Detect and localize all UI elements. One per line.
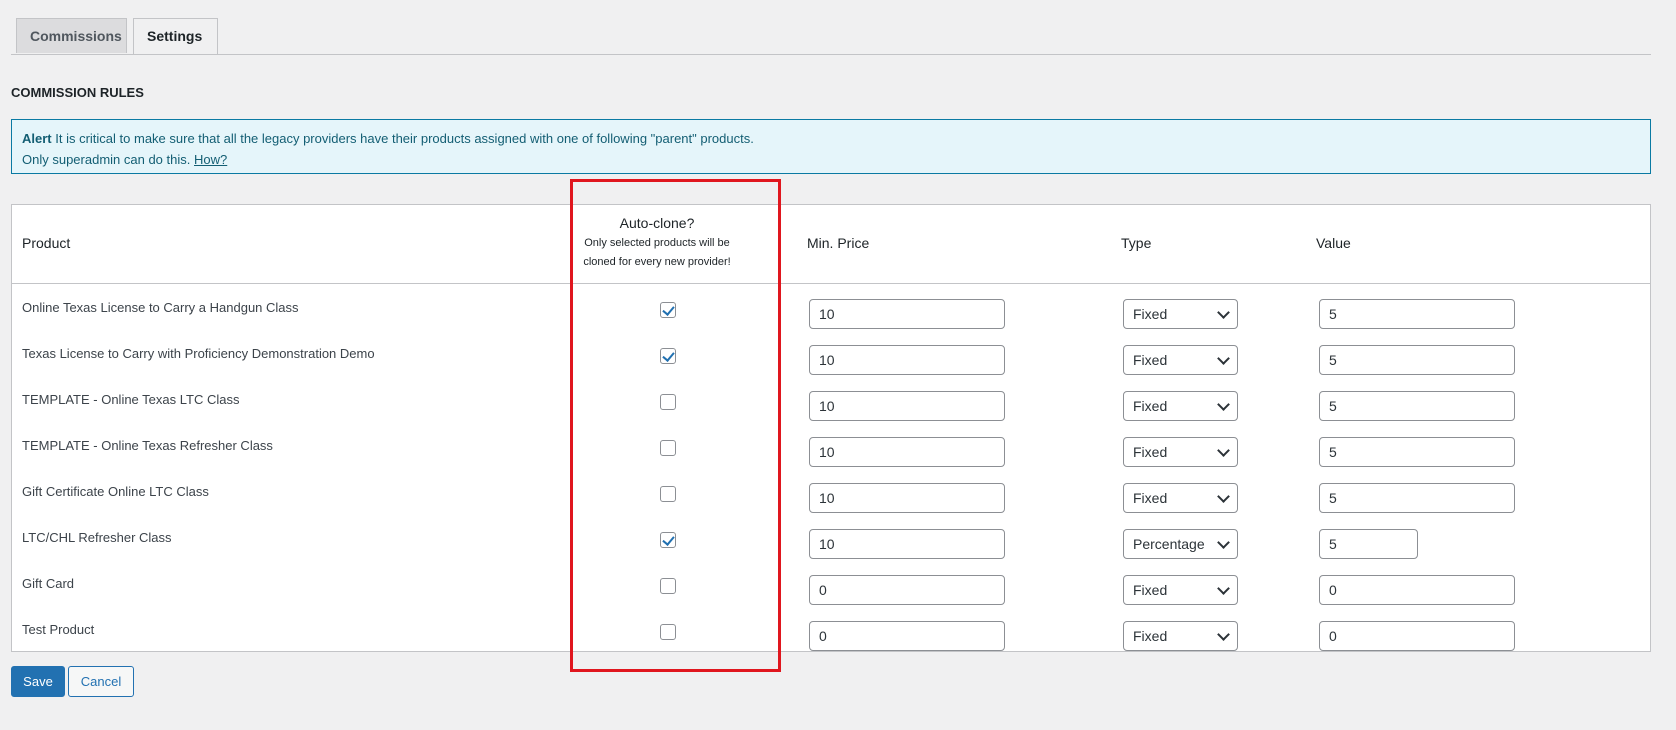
alert-label: Alert [22, 131, 52, 146]
cancel-button[interactable]: Cancel [68, 666, 134, 697]
type-select-value: Fixed [1133, 582, 1168, 598]
product-name: TEMPLATE - Online Texas Refresher Class [22, 438, 273, 453]
header-product: Product [22, 235, 71, 251]
product-name: Texas License to Carry with Proficiency … [22, 346, 375, 361]
tab-bar: Commissions Settings [11, 0, 1651, 55]
chevron-down-icon [1217, 352, 1230, 365]
chevron-down-icon [1217, 398, 1230, 411]
chevron-down-icon [1217, 490, 1230, 503]
min-price-input[interactable]: 10 [809, 483, 1005, 513]
type-select[interactable]: Fixed [1123, 391, 1238, 421]
chevron-down-icon [1217, 444, 1230, 457]
auto-clone-checkbox[interactable] [660, 624, 676, 640]
product-name: Test Product [22, 622, 95, 637]
table-row: Test Product 0 Fixed 0 [12, 613, 1650, 659]
min-price-input[interactable]: 10 [809, 437, 1005, 467]
section-title: COMMISSION RULES [11, 85, 144, 100]
table-row: Online Texas License to Carry a Handgun … [12, 291, 1650, 337]
header-auto-clone-note-1: Only selected products will be [584, 237, 730, 249]
type-select-value: Fixed [1133, 628, 1168, 644]
type-select[interactable]: Fixed [1123, 483, 1238, 513]
auto-clone-checkbox[interactable] [660, 348, 676, 364]
value-input[interactable]: 5 [1319, 483, 1515, 513]
chevron-down-icon [1217, 582, 1230, 595]
table-row: TEMPLATE - Online Texas Refresher Class … [12, 429, 1650, 475]
type-select[interactable]: Fixed [1123, 575, 1238, 605]
table-header: Product Auto-clone? Only selected produc… [12, 205, 1650, 284]
auto-clone-checkbox[interactable] [660, 440, 676, 456]
min-price-input[interactable]: 10 [809, 299, 1005, 329]
product-name: TEMPLATE - Online Texas LTC Class [22, 392, 240, 407]
type-select[interactable]: Fixed [1123, 299, 1238, 329]
commission-rules-table: Product Auto-clone? Only selected produc… [11, 204, 1651, 652]
tab-commissions[interactable]: Commissions [16, 18, 127, 53]
type-select[interactable]: Fixed [1123, 345, 1238, 375]
type-select[interactable]: Percentage [1123, 529, 1238, 559]
type-select-value: Fixed [1133, 398, 1168, 414]
table-row: Gift Certificate Online LTC Class 10 Fix… [12, 475, 1650, 521]
auto-clone-checkbox[interactable] [660, 578, 676, 594]
tab-settings[interactable]: Settings [133, 18, 218, 54]
min-price-input[interactable]: 10 [809, 345, 1005, 375]
min-price-input[interactable]: 10 [809, 529, 1005, 559]
value-input[interactable]: 5 [1319, 391, 1515, 421]
header-auto-clone-note-2: cloned for every new provider! [583, 256, 731, 268]
product-name: Gift Certificate Online LTC Class [22, 484, 209, 499]
header-auto-clone: Auto-clone? Only selected products will … [557, 215, 757, 272]
value-input[interactable]: 5 [1319, 345, 1515, 375]
min-price-input[interactable]: 10 [809, 391, 1005, 421]
how-link[interactable]: How? [194, 152, 227, 167]
auto-clone-checkbox[interactable] [660, 532, 676, 548]
product-name: LTC/CHL Refresher Class [22, 530, 172, 545]
type-select-value: Fixed [1133, 490, 1168, 506]
type-select-value: Fixed [1133, 444, 1168, 460]
table-row: TEMPLATE - Online Texas LTC Class 10 Fix… [12, 383, 1650, 429]
type-select-value: Fixed [1133, 352, 1168, 368]
alert-line1: It is critical to make sure that all the… [55, 131, 754, 146]
auto-clone-checkbox[interactable] [660, 302, 676, 318]
header-type: Type [1121, 235, 1152, 251]
value-input[interactable]: 5 [1319, 437, 1515, 467]
save-button[interactable]: Save [11, 666, 65, 697]
auto-clone-checkbox[interactable] [660, 486, 676, 502]
chevron-down-icon [1217, 306, 1230, 319]
auto-clone-checkbox[interactable] [660, 394, 676, 410]
type-select[interactable]: Fixed [1123, 621, 1238, 651]
chevron-down-icon [1217, 628, 1230, 641]
value-input[interactable]: 0 [1319, 575, 1515, 605]
header-auto-clone-title: Auto-clone? [619, 215, 695, 231]
table-row: Gift Card 0 Fixed 0 [12, 567, 1650, 613]
table-row: Texas License to Carry with Proficiency … [12, 337, 1650, 383]
alert-notice: Alert It is critical to make sure that a… [11, 119, 1651, 174]
value-input[interactable]: 0 [1319, 621, 1515, 651]
alert-line2: Only superadmin can do this. [22, 152, 191, 167]
product-name: Gift Card [22, 576, 75, 591]
value-input[interactable]: 5 [1319, 529, 1418, 559]
table-row: LTC/CHL Refresher Class 10 Percentage 5 [12, 521, 1650, 567]
type-select-value: Percentage [1133, 536, 1205, 552]
type-select-value: Fixed [1133, 306, 1168, 322]
header-min-price: Min. Price [807, 235, 870, 251]
chevron-down-icon [1217, 536, 1230, 549]
product-name: Online Texas License to Carry a Handgun … [22, 300, 299, 315]
value-input[interactable]: 5 [1319, 299, 1515, 329]
min-price-input[interactable]: 0 [809, 575, 1005, 605]
header-value: Value [1316, 235, 1351, 251]
type-select[interactable]: Fixed [1123, 437, 1238, 467]
min-price-input[interactable]: 0 [809, 621, 1005, 651]
